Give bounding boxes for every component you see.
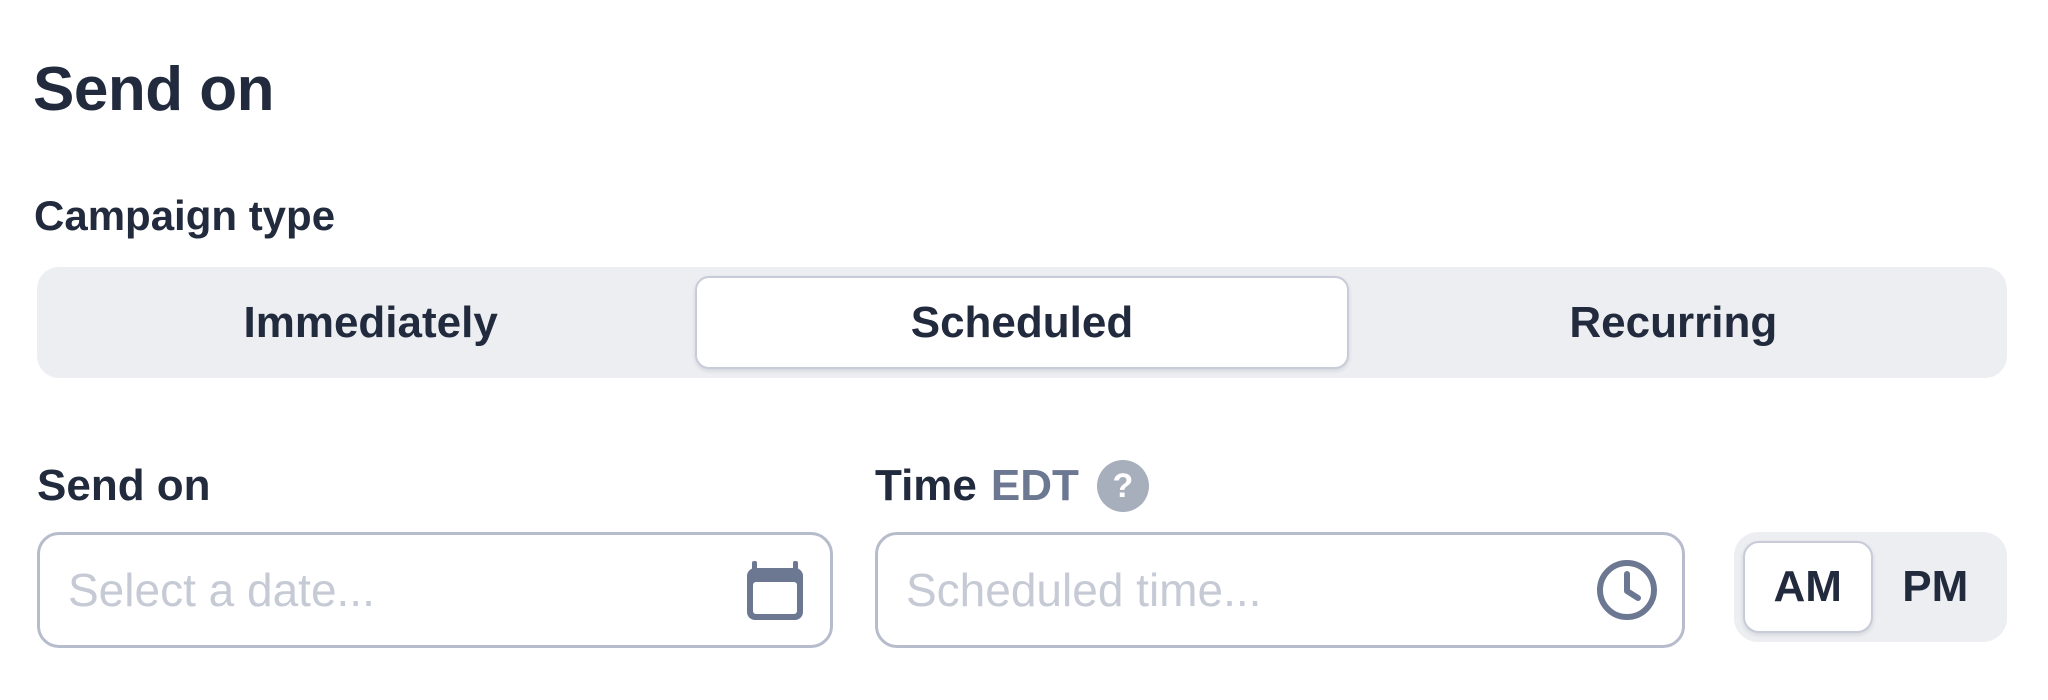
campaign-type-option-recurring[interactable]: Recurring: [1349, 276, 1998, 369]
page-title: Send on: [33, 55, 275, 124]
calendar-icon[interactable]: [742, 557, 808, 623]
clock-icon[interactable]: [1594, 557, 1660, 623]
meridiem-option-am[interactable]: AM: [1743, 541, 1873, 633]
send-on-date-field: [37, 532, 833, 648]
campaign-type-option-immediately[interactable]: Immediately: [46, 276, 695, 369]
help-icon[interactable]: ?: [1096, 460, 1149, 512]
meridiem-option-pm[interactable]: PM: [1873, 541, 1999, 633]
time-label: Time EDT ?: [875, 458, 1149, 514]
campaign-type-label: Campaign type: [34, 192, 336, 239]
campaign-type-segmented-control: Immediately Scheduled Recurring: [37, 267, 2007, 378]
scheduled-time-input[interactable]: [906, 563, 1594, 617]
time-label-text: Time: [875, 461, 977, 510]
scheduled-time-field: [875, 532, 1685, 648]
send-on-label: Send on: [37, 458, 211, 514]
meridiem-toggle: AM PM: [1734, 532, 2007, 642]
send-on-label-text: Send on: [37, 461, 211, 510]
timezone-label: EDT: [990, 461, 1079, 510]
campaign-type-option-scheduled[interactable]: Scheduled: [695, 276, 1349, 369]
send-on-date-input[interactable]: [68, 563, 742, 617]
